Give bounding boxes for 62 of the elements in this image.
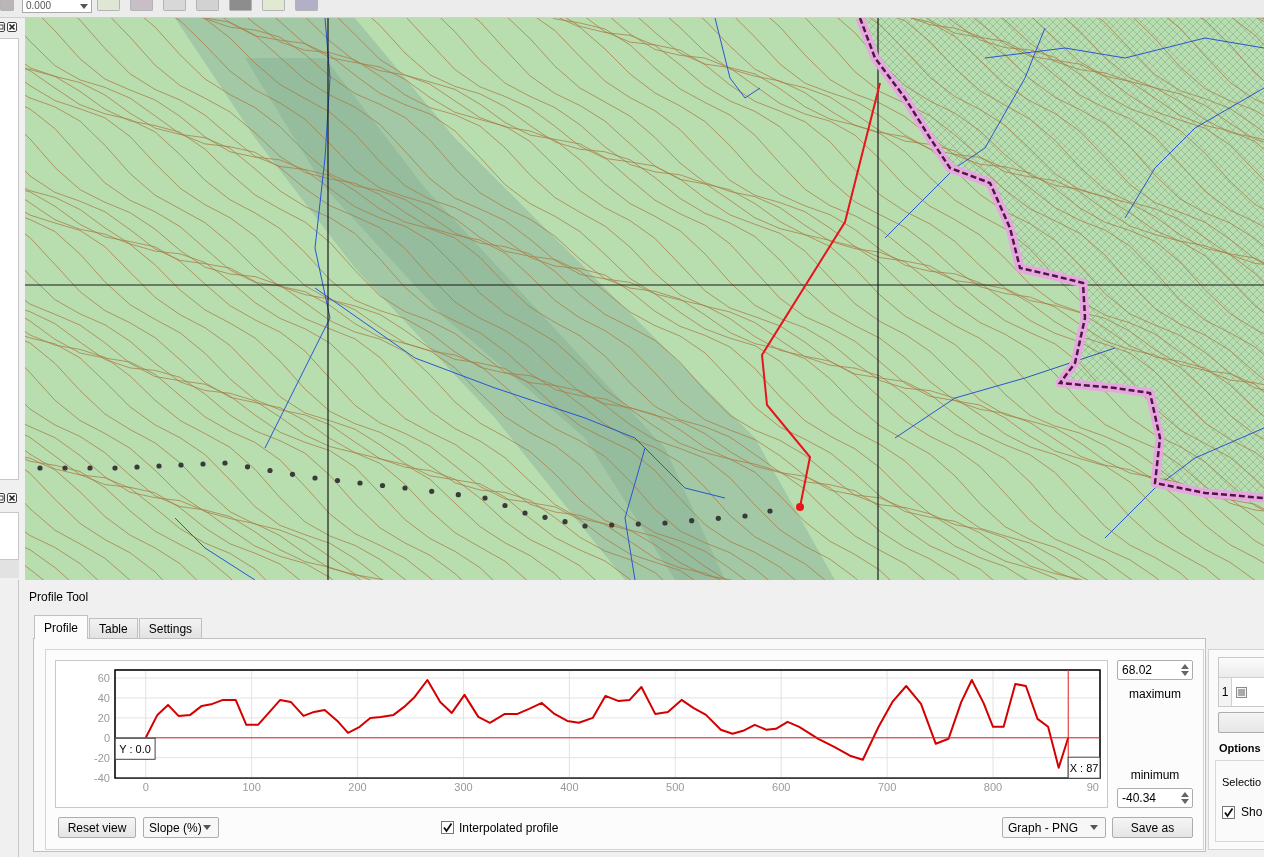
checkbox[interactable] (1222, 805, 1235, 819)
axis-edge-label: 90 (1086, 781, 1099, 793)
reset-view-button[interactable]: Reset view (58, 817, 136, 838)
caret-icon (203, 825, 211, 830)
x-tick-label: 200 (348, 781, 367, 793)
x-tick-label: 400 (560, 781, 579, 793)
panel-list (0, 512, 19, 560)
section-title: Options (1219, 741, 1261, 755)
checkbox-label[interactable]: Interpolated profile (459, 820, 559, 835)
point-marker-icon (796, 503, 804, 511)
cursor-readout: Y : 0.0 (114, 737, 156, 760)
x-tick-label: 600 (772, 781, 791, 793)
x-tick-label: 700 (877, 781, 897, 793)
tool-button[interactable] (97, 0, 120, 11)
tool-button[interactable] (262, 0, 285, 11)
mode-dropdown[interactable]: Slope (%) (143, 817, 219, 838)
value-field[interactable]: 0.000 (22, 0, 92, 13)
spin-arrows-icon[interactable] (1180, 662, 1190, 678)
y-tick-label: 40 (97, 691, 110, 704)
y-tick-label: -40 (94, 771, 110, 784)
x-tick-label: 0 (142, 781, 149, 793)
field-label: Selectio (1222, 775, 1262, 789)
save-as-button[interactable]: Save as (1112, 817, 1193, 838)
spin-arrows-icon[interactable] (1180, 790, 1190, 806)
list-footer (0, 560, 19, 578)
row-header: 1 (1219, 678, 1232, 706)
close-icon[interactable] (7, 493, 17, 503)
spin-box[interactable]: 68.02 (1117, 660, 1193, 680)
caret-icon (80, 3, 88, 9)
caret-icon (1090, 825, 1098, 830)
y-tick-label: 20 (97, 711, 110, 724)
checkbox-label[interactable]: Sho (1241, 805, 1263, 819)
tool-button[interactable] (0, 0, 14, 11)
panel-button[interactable] (1218, 712, 1264, 733)
tool-button[interactable] (130, 0, 153, 11)
annotation: X : 87 (1069, 761, 1099, 774)
export-dropdown[interactable]: Graph - PNG (1002, 817, 1106, 838)
tab[interactable]: Table (89, 618, 138, 638)
x-tick-label: 100 (242, 781, 261, 793)
close-icon[interactable] (7, 22, 17, 32)
tool-button[interactable] (295, 0, 318, 11)
x-tick-label: 500 (666, 781, 685, 793)
dock-float-icon[interactable] (0, 22, 5, 32)
field-label: minimum (1130, 768, 1180, 782)
y-tick-label: 60 (97, 672, 110, 684)
field-label: maximum (1129, 687, 1181, 701)
spin-box[interactable]: -40.34 (1117, 788, 1193, 808)
tool-button[interactable] (163, 0, 186, 11)
tab[interactable]: Profile (34, 615, 88, 639)
cursor-readout: X : 87 (1067, 756, 1101, 779)
tool-button[interactable] (229, 0, 252, 11)
x-tick-label: 300 (454, 781, 473, 793)
checkbox[interactable] (441, 821, 454, 834)
tool-button[interactable] (196, 0, 219, 11)
tab[interactable]: Settings (138, 618, 203, 638)
annotation: Y : 0.0 (119, 742, 151, 755)
y-tick-label: 0 (103, 731, 110, 744)
panel-title: Profile Tool (29, 589, 89, 605)
y-tick-label: -20 (94, 751, 110, 764)
square-icon (1236, 686, 1247, 698)
x-tick-label: 800 (983, 781, 1003, 793)
dock-float-icon[interactable] (0, 493, 5, 503)
